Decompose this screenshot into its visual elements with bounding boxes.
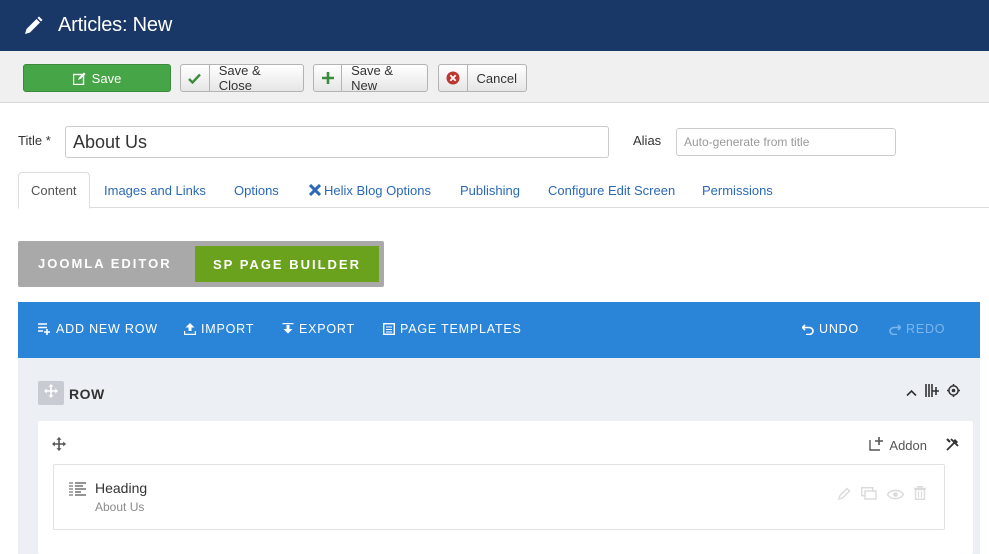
undo-button[interactable]: UNDO bbox=[802, 322, 859, 336]
add-new-row-button[interactable]: ADD NEW ROW bbox=[38, 322, 158, 336]
redo-label: REDO bbox=[906, 322, 946, 336]
tab-helix-blog-options[interactable]: Helix Blog Options bbox=[309, 172, 431, 208]
column: Addon Heading About Us bbox=[38, 421, 973, 554]
export-button[interactable]: EXPORT bbox=[282, 322, 355, 336]
helix-icon bbox=[309, 184, 321, 196]
edit-icon[interactable] bbox=[837, 487, 851, 505]
upload-icon bbox=[184, 323, 196, 335]
addon-card[interactable]: Heading About Us bbox=[53, 464, 945, 530]
addon-subtitle: About Us bbox=[95, 500, 145, 514]
save-close-button[interactable]: Save & Close bbox=[180, 63, 304, 93]
import-button[interactable]: IMPORT bbox=[184, 322, 254, 336]
row-title: ROW bbox=[69, 386, 105, 402]
column-settings-icon[interactable] bbox=[946, 438, 959, 456]
column-move-icon[interactable] bbox=[52, 437, 66, 456]
pencil-icon bbox=[22, 15, 44, 37]
export-label: EXPORT bbox=[299, 322, 355, 336]
row-move-handle[interactable] bbox=[38, 381, 64, 405]
undo-icon bbox=[802, 323, 814, 335]
template-icon bbox=[383, 323, 395, 335]
action-toolbar: Save Save & Close Save & New Cancel bbox=[0, 51, 989, 103]
tab-publishing[interactable]: Publishing bbox=[460, 172, 520, 208]
save-new-label: Save & New bbox=[351, 63, 394, 93]
addon-title: Heading bbox=[95, 480, 148, 496]
duplicate-icon[interactable] bbox=[860, 486, 877, 505]
page-title: Articles: New bbox=[58, 14, 173, 36]
sp-page-builder-button[interactable]: SP PAGE BUILDER bbox=[195, 246, 379, 282]
save-close-label: Save & Close bbox=[218, 63, 261, 93]
cancel-label: Cancel bbox=[476, 70, 517, 86]
save-button[interactable]: Save bbox=[23, 64, 171, 92]
page-header: Articles: New bbox=[0, 0, 989, 51]
check-icon bbox=[181, 65, 210, 91]
eye-icon[interactable] bbox=[886, 487, 905, 505]
title-label: Title * bbox=[18, 133, 51, 148]
tab-bar: Content Images and Links Options Helix B… bbox=[18, 172, 989, 209]
import-label: IMPORT bbox=[201, 322, 255, 336]
editor-switch: JOOMLA EDITOR SP PAGE BUILDER bbox=[18, 241, 384, 287]
chevron-up-icon[interactable] bbox=[906, 384, 917, 402]
download-icon bbox=[282, 323, 294, 335]
add-addon-icon bbox=[869, 437, 884, 454]
tab-configure-edit-screen[interactable]: Configure Edit Screen bbox=[548, 172, 675, 208]
alias-input[interactable] bbox=[676, 128, 896, 156]
save-new-button[interactable]: Save & New bbox=[313, 63, 428, 93]
move-icon bbox=[44, 383, 58, 403]
joomla-editor-button[interactable]: JOOMLA EDITOR bbox=[38, 256, 172, 271]
cancel-icon bbox=[439, 65, 468, 91]
page-templates-button[interactable]: PAGE TEMPLATES bbox=[383, 322, 522, 336]
tab-permissions[interactable]: Permissions bbox=[702, 172, 773, 208]
alias-label: Alias bbox=[633, 133, 662, 148]
plus-icon bbox=[314, 65, 343, 91]
tab-content[interactable]: Content bbox=[18, 172, 90, 209]
gear-icon[interactable] bbox=[947, 384, 960, 402]
trash-icon[interactable] bbox=[914, 486, 926, 505]
tab-options[interactable]: Options bbox=[234, 172, 279, 208]
edit-icon bbox=[72, 65, 86, 91]
redo-icon bbox=[889, 323, 901, 335]
add-row-icon bbox=[38, 323, 51, 335]
add-addon-label: Addon bbox=[889, 438, 927, 453]
tab-images-and-links[interactable]: Images and Links bbox=[104, 172, 206, 208]
add-addon-button[interactable]: Addon bbox=[869, 437, 927, 454]
builder-canvas: ROW Addon Heading About Us bbox=[18, 358, 980, 554]
column-layout-icon[interactable] bbox=[925, 384, 939, 402]
page-templates-label: PAGE TEMPLATES bbox=[400, 322, 522, 336]
add-new-row-label: ADD NEW ROW bbox=[56, 322, 158, 336]
heading-addon-icon bbox=[69, 482, 86, 502]
tab-helix-blog-options-label: Helix Blog Options bbox=[324, 182, 431, 198]
cancel-button[interactable]: Cancel bbox=[438, 64, 527, 92]
save-label: Save bbox=[91, 70, 122, 86]
title-input[interactable] bbox=[65, 126, 609, 158]
page-builder-toolbar: ADD NEW ROW IMPORT EXPORT PAGE TEMPLATES… bbox=[18, 302, 980, 358]
undo-label: UNDO bbox=[819, 322, 860, 336]
addon-actions bbox=[837, 486, 926, 505]
redo-button[interactable]: REDO bbox=[889, 322, 945, 336]
row-actions bbox=[906, 384, 960, 402]
